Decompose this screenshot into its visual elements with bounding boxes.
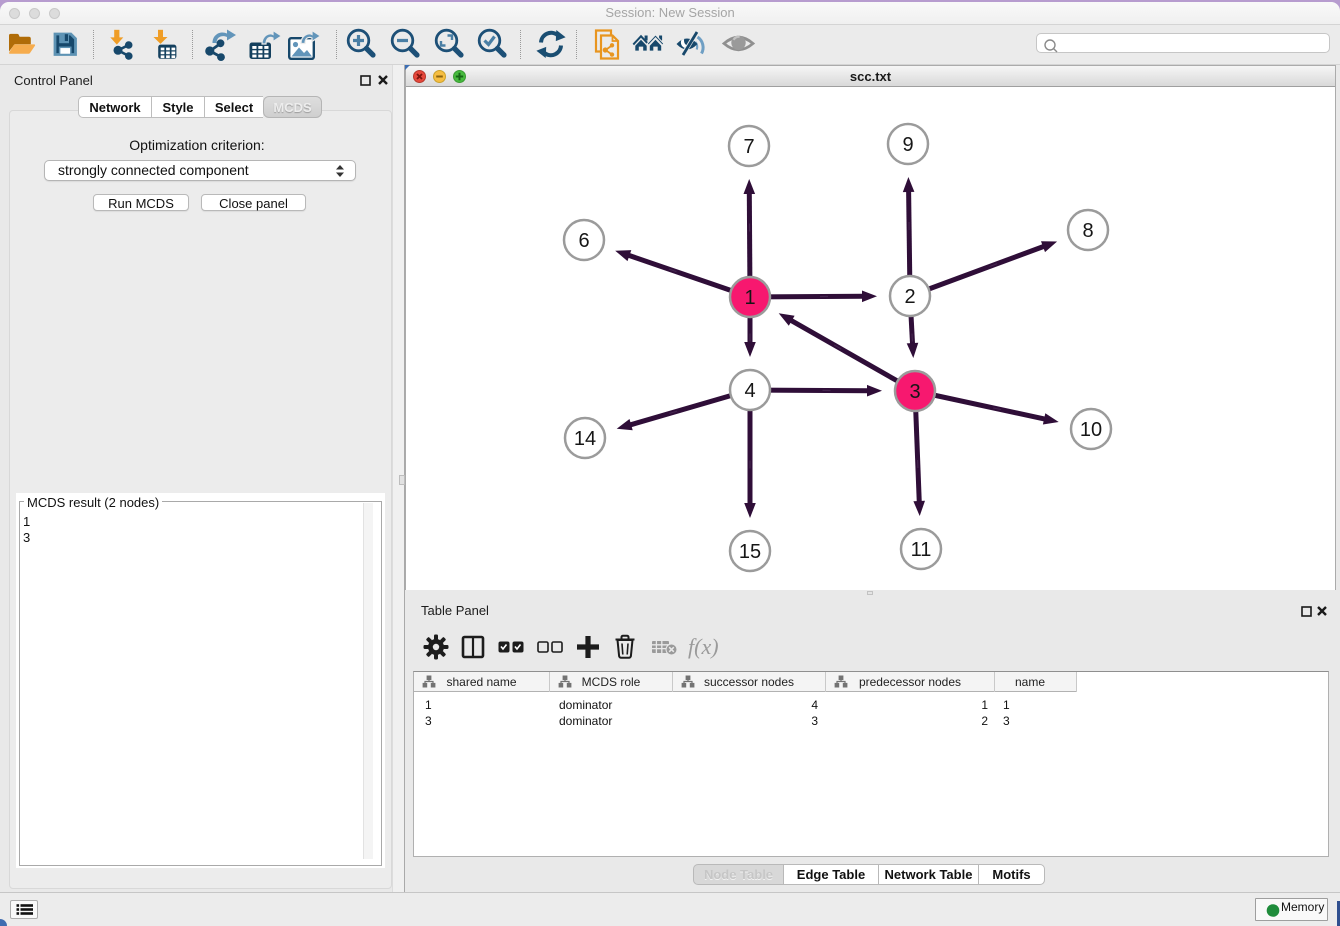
svg-text:4: 4 — [744, 380, 755, 402]
svg-text:7: 7 — [743, 136, 754, 158]
svg-text:f(x): f(x) — [688, 634, 719, 659]
svg-text:1: 1 — [744, 287, 755, 309]
svg-text:10: 10 — [1080, 419, 1102, 441]
svg-text:14: 14 — [574, 428, 596, 450]
svg-text:8: 8 — [1082, 220, 1093, 242]
svg-text:2: 2 — [904, 286, 915, 308]
svg-text:9: 9 — [902, 134, 913, 156]
svg-text:15: 15 — [739, 541, 761, 563]
svg-text:3: 3 — [909, 381, 920, 403]
svg-text:6: 6 — [578, 230, 589, 252]
svg-text:11: 11 — [911, 539, 932, 561]
